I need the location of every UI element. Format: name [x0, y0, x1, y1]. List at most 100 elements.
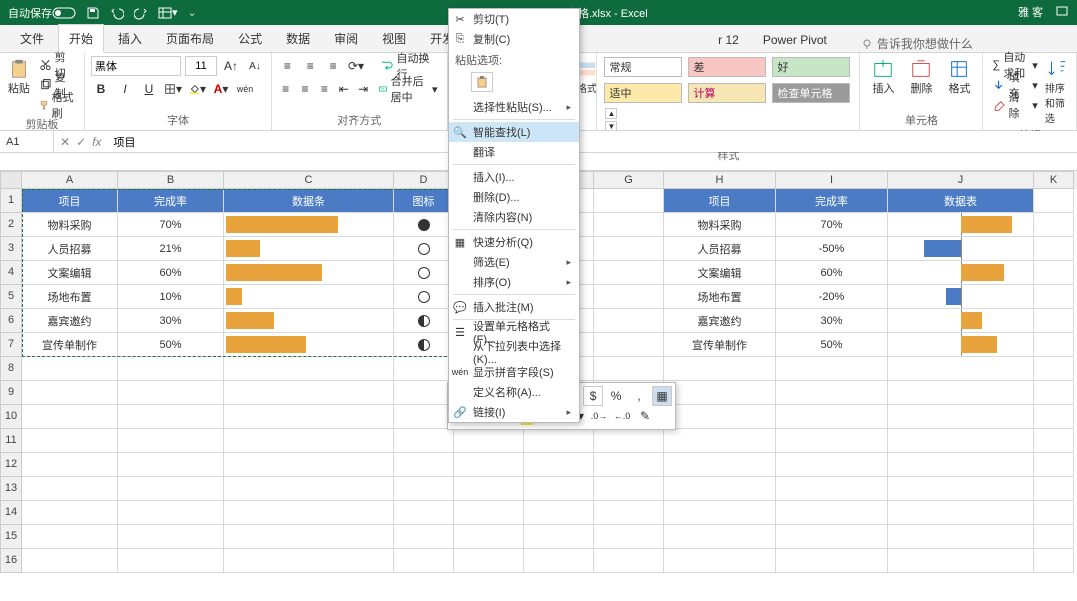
cell[interactable] [118, 453, 224, 477]
col-D[interactable]: D [394, 171, 454, 189]
format-painter-button[interactable]: 格式刷 [36, 96, 78, 114]
mini-percent[interactable]: % [606, 386, 626, 406]
cell[interactable] [1034, 237, 1074, 261]
cell[interactable]: 嘉宾邀约 [664, 309, 776, 333]
cell[interactable]: 场地布置 [22, 285, 118, 309]
ctx-sort[interactable]: 排序(O)▸ [449, 272, 579, 292]
cell[interactable] [454, 549, 524, 573]
cell[interactable] [224, 525, 394, 549]
cell[interactable] [524, 477, 594, 501]
cell[interactable] [394, 237, 454, 261]
cell[interactable] [1034, 477, 1074, 501]
col-I[interactable]: I [776, 171, 888, 189]
tab-layout[interactable]: 页面布局 [156, 25, 224, 52]
font-size-select[interactable] [185, 56, 217, 76]
paste-option-default[interactable] [471, 72, 493, 92]
mini-inc-decimal[interactable]: .0→ [589, 406, 609, 426]
cell[interactable]: 完成率 [776, 189, 888, 213]
cell[interactable] [664, 477, 776, 501]
cell[interactable] [224, 333, 394, 357]
tab-file[interactable]: 文件 [10, 25, 54, 52]
borders-button[interactable]: ▾ [163, 79, 183, 99]
col-G[interactable]: G [594, 171, 664, 189]
cell[interactable] [394, 309, 454, 333]
cell[interactable] [118, 357, 224, 381]
align-right-button[interactable]: ≡ [317, 79, 332, 99]
cell[interactable]: 项目 [664, 189, 776, 213]
align-center-button[interactable]: ≡ [297, 79, 312, 99]
cell[interactable] [1034, 429, 1074, 453]
row-11[interactable]: 11 [0, 429, 22, 453]
ctx-quick-analysis[interactable]: ▦快速分析(Q) [449, 232, 579, 252]
cell[interactable] [394, 429, 454, 453]
cell[interactable] [888, 285, 1034, 309]
cell[interactable] [776, 453, 888, 477]
style-calc[interactable]: 计算 [688, 83, 766, 103]
enter-formula-button[interactable]: ✓ [76, 135, 86, 149]
mini-format-painter[interactable]: ✎ [635, 406, 655, 426]
col-H[interactable]: H [664, 171, 776, 189]
cell[interactable] [664, 357, 776, 381]
tab-r12[interactable]: r 12 [708, 28, 749, 52]
underline-button[interactable]: U [139, 79, 159, 99]
cell[interactable] [394, 381, 454, 405]
qat-table-button[interactable]: ▾ [158, 6, 178, 20]
row-4[interactable]: 4 [0, 261, 22, 285]
cell[interactable] [524, 525, 594, 549]
cell[interactable] [1034, 501, 1074, 525]
tab-insert[interactable]: 插入 [108, 25, 152, 52]
cell[interactable] [888, 453, 1034, 477]
ribbon-display-button[interactable] [1055, 4, 1069, 21]
cell[interactable] [118, 501, 224, 525]
cell[interactable] [524, 501, 594, 525]
ctx-clear[interactable]: 清除内容(N) [449, 207, 579, 227]
cell[interactable]: 30% [776, 309, 888, 333]
cell[interactable] [118, 549, 224, 573]
paste-button[interactable]: 粘贴 [6, 56, 32, 96]
cancel-formula-button[interactable]: ✕ [60, 135, 70, 149]
cell[interactable] [22, 525, 118, 549]
cell[interactable] [664, 429, 776, 453]
cell[interactable] [888, 381, 1034, 405]
cell[interactable] [224, 357, 394, 381]
row-1[interactable]: 1 [0, 189, 22, 213]
redo-button[interactable] [134, 6, 148, 20]
cell[interactable] [594, 501, 664, 525]
cell[interactable] [594, 525, 664, 549]
align-top-button[interactable]: ≡ [278, 56, 297, 76]
cell[interactable] [524, 453, 594, 477]
cell[interactable] [776, 525, 888, 549]
cell[interactable]: 物料采购 [22, 213, 118, 237]
cell[interactable]: 50% [118, 333, 224, 357]
cell[interactable]: 人员招募 [22, 237, 118, 261]
ctx-comment[interactable]: 💬插入批注(M) [449, 297, 579, 317]
mini-comma[interactable]: , [629, 386, 649, 406]
tab-review[interactable]: 审阅 [324, 25, 368, 52]
row-3[interactable]: 3 [0, 237, 22, 261]
cell[interactable] [454, 477, 524, 501]
cell[interactable] [224, 309, 394, 333]
style-check[interactable]: 检查单元格 [772, 83, 850, 103]
tab-data[interactable]: 数据 [276, 25, 320, 52]
increase-indent-button[interactable]: ⇥ [355, 79, 370, 99]
cell[interactable] [118, 381, 224, 405]
italic-button[interactable]: I [115, 79, 135, 99]
mini-cond-format[interactable]: ▦ [652, 386, 672, 406]
cell[interactable] [394, 477, 454, 501]
cell[interactable] [394, 357, 454, 381]
cell[interactable] [776, 549, 888, 573]
tab-view[interactable]: 视图 [372, 25, 416, 52]
bold-button[interactable]: B [91, 79, 111, 99]
mini-accounting[interactable]: $ [583, 386, 603, 406]
align-left-button[interactable]: ≡ [278, 79, 293, 99]
ctx-pick-from-list[interactable]: 从下拉列表中选择(K)... [449, 342, 579, 362]
tab-formulas[interactable]: 公式 [228, 25, 272, 52]
cell[interactable] [888, 477, 1034, 501]
cell[interactable] [394, 525, 454, 549]
cell[interactable] [594, 333, 664, 357]
cell[interactable]: 物料采购 [664, 213, 776, 237]
cell[interactable] [776, 477, 888, 501]
merge-center-button[interactable]: 合并后居中▾ [375, 80, 441, 98]
style-good[interactable]: 好 [772, 57, 850, 77]
cell[interactable] [118, 429, 224, 453]
